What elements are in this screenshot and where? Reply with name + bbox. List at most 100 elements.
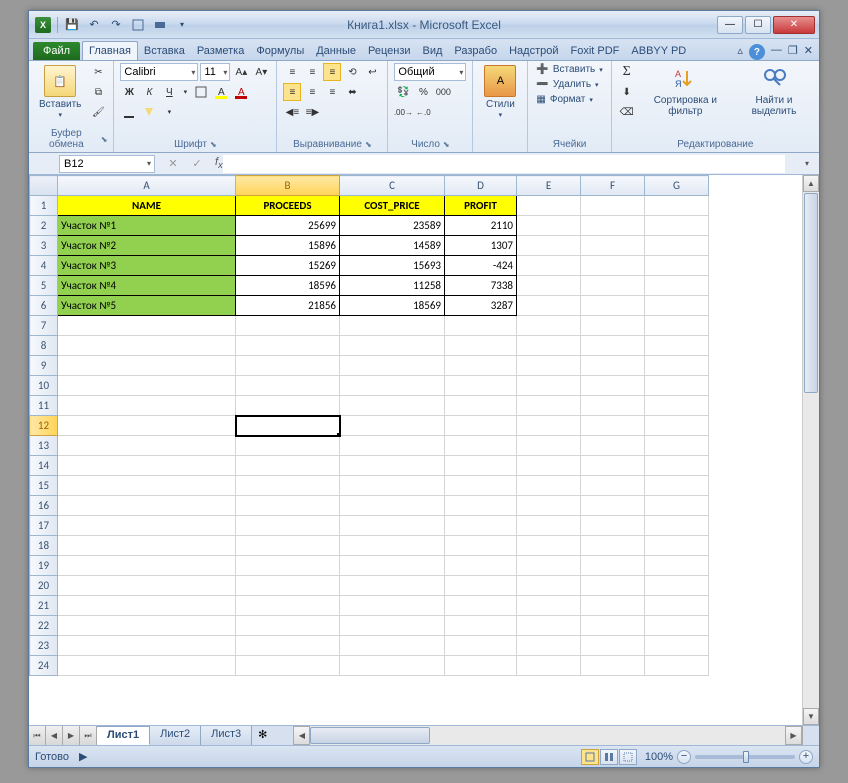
zoom-slider-thumb[interactable] (743, 751, 749, 763)
cell-A7[interactable] (58, 316, 236, 336)
cell-G16[interactable] (645, 496, 709, 516)
cell-C20[interactable] (340, 576, 445, 596)
cell-F6[interactable] (581, 296, 645, 316)
increase-indent-icon[interactable]: ≡▶ (303, 103, 321, 121)
row-header-7[interactable]: 7 (30, 316, 58, 336)
row-header-6[interactable]: 6 (30, 296, 58, 316)
orientation-icon[interactable]: ⟲ (343, 63, 361, 81)
cell-B16[interactable] (236, 496, 340, 516)
cell-B3[interactable]: 15896 (236, 236, 340, 256)
row-header-18[interactable]: 18 (30, 536, 58, 556)
cell-D22[interactable] (445, 616, 517, 636)
cell-D17[interactable] (445, 516, 517, 536)
border-bottom-icon[interactable] (120, 103, 138, 121)
cell-G10[interactable] (645, 376, 709, 396)
cell-A18[interactable] (58, 536, 236, 556)
cell-F20[interactable] (581, 576, 645, 596)
cell-C11[interactable] (340, 396, 445, 416)
tab-formulas[interactable]: Формулы (250, 42, 310, 60)
increase-font-icon[interactable]: A▴ (232, 63, 250, 81)
formula-input[interactable] (223, 155, 785, 173)
styles-button[interactable]: A Стили ▾ (479, 63, 521, 122)
sheet-tab-2[interactable]: Лист2 (150, 726, 201, 745)
row-header-11[interactable]: 11 (30, 396, 58, 416)
align-right-icon[interactable]: ≡ (323, 83, 341, 101)
wrap-text-icon[interactable]: ↩ (363, 63, 381, 81)
cell-D24[interactable] (445, 656, 517, 676)
cell-E14[interactable] (517, 456, 581, 476)
cell-F3[interactable] (581, 236, 645, 256)
tab-view[interactable]: Вид (417, 42, 449, 60)
cell-F23[interactable] (581, 636, 645, 656)
cell-G1[interactable] (645, 196, 709, 216)
delete-cells-button[interactable]: ➖Удалить ▾ (534, 78, 600, 91)
zoom-level[interactable]: 100% (645, 751, 673, 763)
tab-insert[interactable]: Вставка (138, 42, 191, 60)
spreadsheet-grid[interactable]: ABCDEFG1NAMEPROCEEDSCOST_PRICEPROFIT2Уча… (29, 175, 709, 676)
cell-G24[interactable] (645, 656, 709, 676)
row-header-19[interactable]: 19 (30, 556, 58, 576)
hscroll-thumb[interactable] (310, 727, 430, 744)
row-header-16[interactable]: 16 (30, 496, 58, 516)
cell-G15[interactable] (645, 476, 709, 496)
cell-D10[interactable] (445, 376, 517, 396)
cell-B21[interactable] (236, 596, 340, 616)
format-cells-button[interactable]: ▦Формат ▾ (534, 93, 595, 106)
close-button[interactable]: ✕ (773, 16, 815, 34)
sheet-tab-1[interactable]: Лист1 (97, 726, 150, 745)
cell-G13[interactable] (645, 436, 709, 456)
cell-C5[interactable]: 11258 (340, 276, 445, 296)
cell-E4[interactable] (517, 256, 581, 276)
cell-E9[interactable] (517, 356, 581, 376)
cell-A17[interactable] (58, 516, 236, 536)
fill-down-icon[interactable]: ⬇ (618, 83, 636, 101)
cell-C12[interactable] (340, 416, 445, 436)
cell-E8[interactable] (517, 336, 581, 356)
cell-A22[interactable] (58, 616, 236, 636)
grid-scroll[interactable]: ABCDEFG1NAMEPROCEEDSCOST_PRICEPROFIT2Уча… (29, 175, 802, 725)
cell-F2[interactable] (581, 216, 645, 236)
row-header-15[interactable]: 15 (30, 476, 58, 496)
cell-B24[interactable] (236, 656, 340, 676)
bold-button[interactable]: Ж (120, 83, 138, 101)
cell-E24[interactable] (517, 656, 581, 676)
cell-D18[interactable] (445, 536, 517, 556)
cell-C15[interactable] (340, 476, 445, 496)
cell-A2[interactable]: Участок №1 (58, 216, 236, 236)
sheet-tab-3[interactable]: Лист3 (201, 726, 252, 745)
row-header-9[interactable]: 9 (30, 356, 58, 376)
hscroll-track[interactable] (310, 726, 785, 745)
page-break-view-icon[interactable] (619, 749, 637, 765)
border-icon[interactable] (192, 83, 210, 101)
cell-F19[interactable] (581, 556, 645, 576)
cell-D14[interactable] (445, 456, 517, 476)
horizontal-scrollbar[interactable]: ◀ ▶ (293, 726, 802, 745)
cell-C23[interactable] (340, 636, 445, 656)
cell-D3[interactable]: 1307 (445, 236, 517, 256)
cell-A3[interactable]: Участок №2 (58, 236, 236, 256)
row-header-4[interactable]: 4 (30, 256, 58, 276)
cell-C10[interactable] (340, 376, 445, 396)
tab-addins[interactable]: Надстрой (503, 42, 564, 60)
cell-B5[interactable]: 18596 (236, 276, 340, 296)
cell-C18[interactable] (340, 536, 445, 556)
cell-E16[interactable] (517, 496, 581, 516)
cell-G3[interactable] (645, 236, 709, 256)
cancel-formula-icon[interactable]: ✕ (163, 157, 183, 170)
cell-D8[interactable] (445, 336, 517, 356)
cell-C2[interactable]: 23589 (340, 216, 445, 236)
cell-G18[interactable] (645, 536, 709, 556)
col-header-E[interactable]: E (517, 176, 581, 196)
cell-B11[interactable] (236, 396, 340, 416)
enter-formula-icon[interactable]: ✓ (187, 157, 207, 170)
cell-G21[interactable] (645, 596, 709, 616)
cell-E5[interactable] (517, 276, 581, 296)
cell-G14[interactable] (645, 456, 709, 476)
row-header-13[interactable]: 13 (30, 436, 58, 456)
align-top-icon[interactable]: ≡ (283, 63, 301, 81)
cell-A23[interactable] (58, 636, 236, 656)
cell-C13[interactable] (340, 436, 445, 456)
col-header-D[interactable]: D (445, 176, 517, 196)
font-size-combo[interactable]: 11 (200, 63, 230, 81)
cell-D16[interactable] (445, 496, 517, 516)
